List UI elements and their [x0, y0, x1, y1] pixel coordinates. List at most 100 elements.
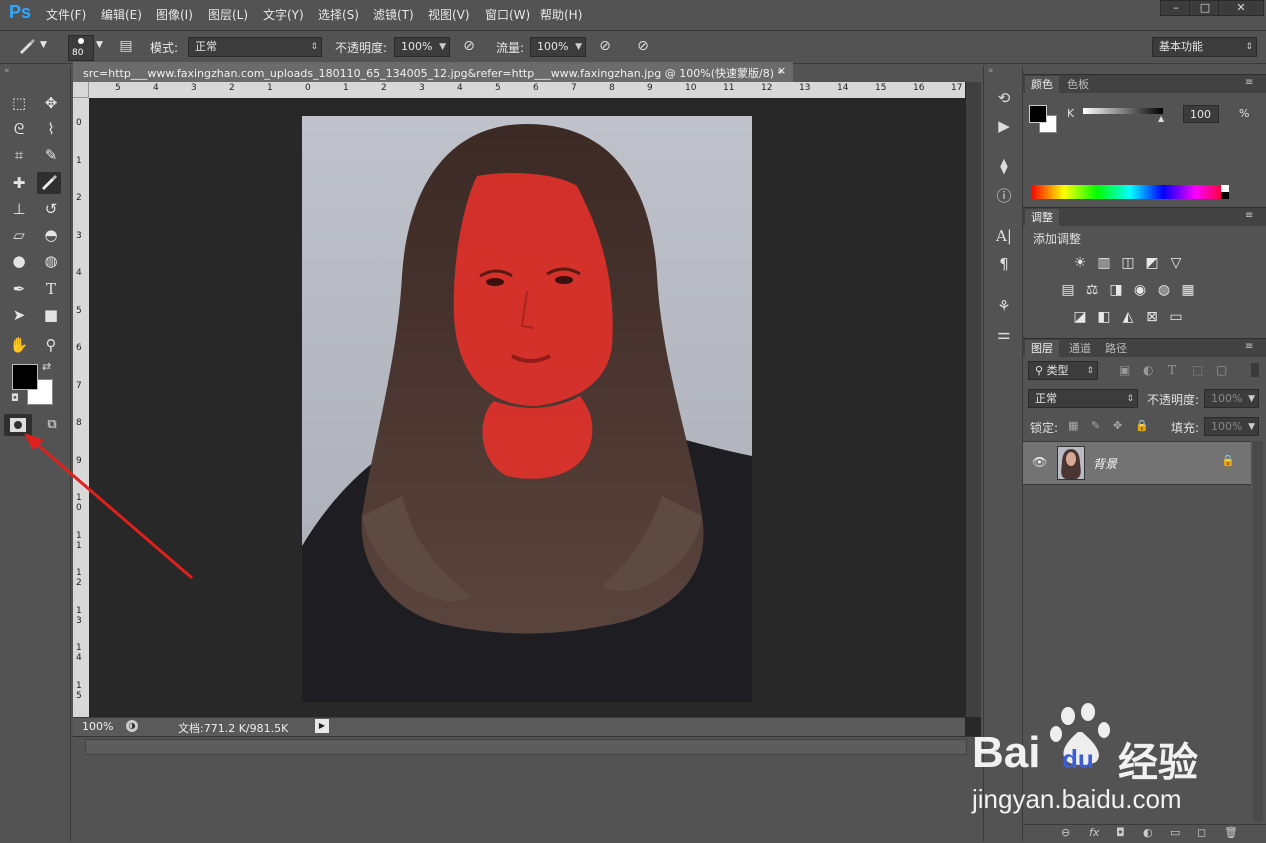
menu-window[interactable]: 窗口(W) [485, 6, 530, 23]
zoom-level[interactable]: 100% [82, 720, 113, 733]
color-balance-icon[interactable]: ⚖ [1082, 281, 1102, 299]
tab-adjustments[interactable]: 调整 [1025, 209, 1059, 226]
menu-select[interactable]: 选择(S) [318, 6, 359, 23]
paint-bucket-tool-icon[interactable]: ◓ [39, 224, 63, 246]
canvas-image[interactable] [302, 116, 752, 702]
restore-button[interactable]: □ [1189, 0, 1221, 16]
filter-toggle[interactable] [1251, 363, 1259, 377]
minimize-button[interactable]: – [1160, 0, 1192, 16]
history-icon[interactable]: ⟲ [993, 88, 1015, 108]
vertical-scrollbar[interactable] [966, 82, 981, 717]
visibility-eye-icon[interactable]: 👁 [1032, 455, 1047, 469]
menu-image[interactable]: 图像(I) [156, 6, 193, 23]
lock-pixels-icon[interactable]: ✎ [1091, 419, 1100, 432]
k-slider[interactable] [1083, 108, 1163, 114]
slider-thumb-icon[interactable]: ▲ [1158, 114, 1164, 123]
levels-icon[interactable]: ▥ [1094, 254, 1114, 272]
mode-select[interactable]: 正常 ⇕ [188, 37, 322, 57]
k-value-input[interactable]: 100 [1183, 105, 1219, 123]
threshold-icon[interactable]: ◭ [1118, 308, 1138, 326]
menu-type[interactable]: 文字(Y) [263, 6, 304, 23]
hue-saturation-icon[interactable]: ▤ [1058, 281, 1078, 299]
rectangle-tool-icon[interactable]: ■ [39, 304, 63, 326]
pressure-opacity-icon[interactable]: ⊘ [458, 36, 480, 56]
eraser-tool-icon[interactable]: ▱ [7, 224, 31, 246]
filter-shape-icon[interactable]: ⬚ [1192, 363, 1203, 377]
stamp-tool-icon[interactable]: ⊥ [7, 198, 31, 220]
flow-input[interactable]: 100% ▼ [530, 37, 586, 57]
opacity-input[interactable]: 100% ▼ [394, 37, 450, 57]
menu-layer[interactable]: 图层(L) [208, 6, 248, 23]
document-tab[interactable]: src=http___www.faxingzhan.com_uploads_18… [73, 62, 793, 82]
airbrush-icon[interactable]: ⊘ [594, 36, 616, 56]
gradient-map-icon[interactable]: ▭ [1166, 308, 1186, 326]
menu-filter[interactable]: 滤镜(T) [373, 6, 414, 23]
black-ramp-swatch[interactable] [1221, 192, 1229, 199]
tab-swatches[interactable]: 色板 [1061, 76, 1095, 93]
curves-icon[interactable]: ◫ [1118, 254, 1138, 272]
lock-transparent-icon[interactable]: ▦ [1068, 419, 1078, 432]
brush-tool-icon[interactable] [37, 172, 61, 194]
actions-play-icon[interactable]: ▶ [993, 116, 1015, 136]
panel-menu-icon[interactable]: ≡ [1245, 341, 1253, 352]
quick-select-tool-icon[interactable]: ⌇ [39, 118, 63, 140]
color-lookup-icon[interactable]: ▦ [1178, 281, 1198, 299]
channel-mixer-icon[interactable]: ◍ [1154, 281, 1174, 299]
fill-input[interactable]: 100% ▼ [1204, 417, 1259, 436]
blur-tool-icon[interactable]: ● [7, 250, 31, 272]
exposure-icon[interactable]: ◩ [1142, 254, 1162, 272]
default-colors-icon[interactable]: ◘ [11, 393, 19, 404]
zoom-tool-icon[interactable]: ⚲ [39, 334, 63, 356]
fg-color-swatch[interactable] [1029, 105, 1047, 123]
pen-tool-icon[interactable]: ✒ [7, 278, 31, 300]
filter-smart-icon[interactable]: ▢ [1216, 363, 1227, 377]
brightness-icon[interactable]: ☀ [1070, 254, 1090, 272]
brush-panel-toggle-icon[interactable]: ▤ [115, 36, 137, 56]
lock-position-icon[interactable]: ✥ [1113, 419, 1122, 432]
invert-icon[interactable]: ◪ [1070, 308, 1090, 326]
ruler-origin[interactable] [73, 82, 89, 98]
crop-tool-icon[interactable]: ⌗ [7, 144, 31, 166]
vertical-ruler[interactable]: 01234567891 01 11 21 31 41 5 [73, 98, 89, 718]
menu-edit[interactable]: 编辑(E) [101, 6, 142, 23]
paragraph-icon[interactable]: ¶ [993, 254, 1015, 274]
panel-menu-icon[interactable]: ≡ [1245, 210, 1253, 221]
workspace-select[interactable]: 基本功能 ⇕ [1152, 37, 1257, 57]
tab-layers[interactable]: 图层 [1025, 340, 1059, 357]
brush-presets-icon[interactable]: ⚘ [993, 296, 1015, 316]
history-brush-tool-icon[interactable]: ↺ [39, 198, 63, 220]
3d-icon[interactable]: ⧫ [993, 156, 1015, 176]
brush-size-picker[interactable]: 80 [68, 35, 94, 61]
layer-filter-select[interactable]: ⚲ 类型 ⇕ [1028, 361, 1098, 380]
photo-filter-icon[interactable]: ◉ [1130, 281, 1150, 299]
lock-all-icon[interactable]: 🔒 [1135, 419, 1149, 432]
marquee-tool-icon[interactable]: ⬚ [7, 92, 31, 114]
selective-color-icon[interactable]: ⊠ [1142, 308, 1162, 326]
character-icon[interactable]: A| [993, 226, 1015, 246]
dropdown-arrow-icon[interactable]: ▼ [40, 40, 47, 50]
horizontal-ruler[interactable]: 5 4 3 2 1 0 1 2 3 4 5 6 7 8 9 10 11 12 13 14 15 16 17 [89, 82, 965, 98]
status-menu-arrow-icon[interactable]: ▶ [315, 719, 329, 733]
color-ramp[interactable] [1031, 185, 1229, 199]
info-icon[interactable]: ⓘ [993, 186, 1015, 206]
tab-color[interactable]: 颜色 [1025, 76, 1059, 93]
tab-channels[interactable]: 通道 [1063, 340, 1097, 357]
collapse-icon[interactable]: « [4, 66, 10, 76]
close-button[interactable]: ✕ [1218, 0, 1264, 16]
type-tool-icon[interactable]: T [39, 278, 63, 300]
posterize-icon[interactable]: ◧ [1094, 308, 1114, 326]
healing-brush-tool-icon[interactable]: ✚ [7, 172, 31, 194]
dropdown-arrow-icon[interactable]: ▼ [96, 40, 103, 50]
filter-adjust-icon[interactable]: ◐ [1143, 363, 1153, 377]
menu-file[interactable]: 文件(F) [46, 6, 86, 23]
dodge-tool-icon[interactable]: ◍ [39, 250, 63, 272]
close-tab-icon[interactable]: × [777, 64, 786, 77]
filter-type-icon[interactable]: T [1168, 363, 1176, 377]
foreground-color-swatch[interactable] [12, 364, 38, 390]
pressure-size-icon[interactable]: ⊘ [632, 36, 654, 56]
white-ramp-swatch[interactable] [1221, 185, 1229, 192]
path-select-tool-icon[interactable]: ➤ [7, 304, 31, 326]
panel-menu-icon[interactable]: ≡ [1245, 77, 1253, 88]
black-white-icon[interactable]: ◨ [1106, 281, 1126, 299]
move-tool-icon[interactable]: ✥ [39, 92, 63, 114]
